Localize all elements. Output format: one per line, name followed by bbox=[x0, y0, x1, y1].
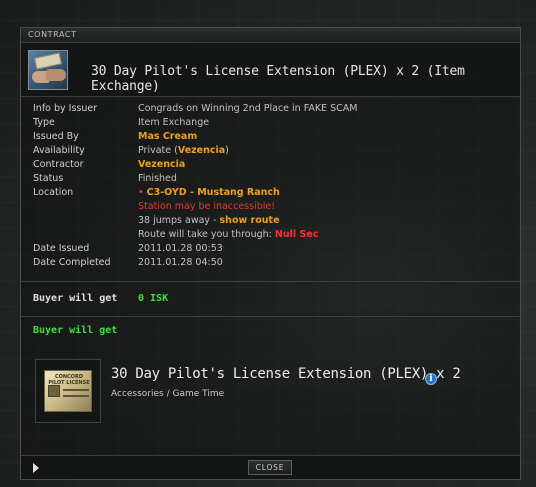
detail-value: Congrads on Winning 2nd Place in FAKE SC… bbox=[138, 103, 358, 114]
contract-window: CONTRACT 30 Day Pilot's License Extensio… bbox=[20, 27, 521, 480]
plex-item-icon[interactable]: CONCORD PILOT LICENSE bbox=[35, 359, 101, 423]
contractor-link[interactable]: Vezencia bbox=[138, 158, 185, 171]
info-icon[interactable]: i bbox=[425, 373, 437, 385]
divider bbox=[21, 316, 520, 317]
location-value: • C3-OYD - Mustang Ranch bbox=[138, 186, 280, 199]
detail-value: 2011.01.28 00:53 bbox=[138, 243, 223, 254]
plex-card-icon: CONCORD PILOT LICENSE bbox=[44, 370, 92, 412]
window-footer: CLOSE bbox=[21, 455, 520, 479]
detail-label: Type bbox=[33, 117, 55, 128]
window-titlebar[interactable]: CONTRACT bbox=[21, 28, 520, 43]
issuer-link[interactable]: Mas Cream bbox=[138, 130, 197, 143]
detail-label: Location bbox=[33, 187, 74, 198]
detail-label: Contractor bbox=[33, 159, 84, 170]
detail-value: Private (Vezencia) bbox=[138, 145, 229, 156]
detail-label: Date Issued bbox=[33, 243, 90, 254]
detail-label: Status bbox=[33, 173, 64, 184]
contract-handshake-icon bbox=[28, 50, 68, 90]
buyer-isk-label: Buyer will get bbox=[33, 293, 118, 304]
security-dot: • bbox=[138, 187, 144, 198]
route-security: Null Sec bbox=[274, 229, 319, 240]
item-name: 30 Day Pilot's License Extension (PLEX) … bbox=[111, 366, 461, 382]
window-title: CONTRACT bbox=[28, 30, 77, 39]
contract-header: 30 Day Pilot's License Extension (PLEX) … bbox=[21, 43, 520, 97]
location-link[interactable]: C3-OYD - Mustang Ranch bbox=[147, 187, 280, 198]
buyer-items-label: Buyer will get bbox=[33, 325, 118, 336]
detail-label: Availability bbox=[33, 145, 85, 156]
buyer-isk-value: 0 ISK bbox=[138, 293, 169, 304]
item-category: Accessories / Game Time bbox=[111, 389, 225, 399]
divider bbox=[21, 281, 520, 282]
show-route-link[interactable]: show route bbox=[220, 215, 280, 226]
expand-arrow-icon[interactable] bbox=[33, 463, 39, 473]
contract-title: 30 Day Pilot's License Extension (PLEX) … bbox=[91, 64, 465, 94]
detail-label: Info by Issuer bbox=[33, 103, 98, 114]
detail-label: Issued By bbox=[33, 131, 79, 142]
close-button[interactable]: CLOSE bbox=[248, 460, 292, 475]
availability-link[interactable]: Vezencia bbox=[178, 145, 225, 156]
detail-value: Finished bbox=[138, 173, 177, 184]
route-value: Route will take you through: Null Sec bbox=[138, 229, 319, 240]
detail-value: Item Exchange bbox=[138, 117, 210, 128]
location-warning: Station may be inaccessible! bbox=[138, 201, 276, 212]
detail-label: Date Completed bbox=[33, 257, 111, 268]
jumps-value: 38 jumps away - show route bbox=[138, 215, 280, 226]
detail-value: 2011.01.28 04:50 bbox=[138, 257, 223, 268]
